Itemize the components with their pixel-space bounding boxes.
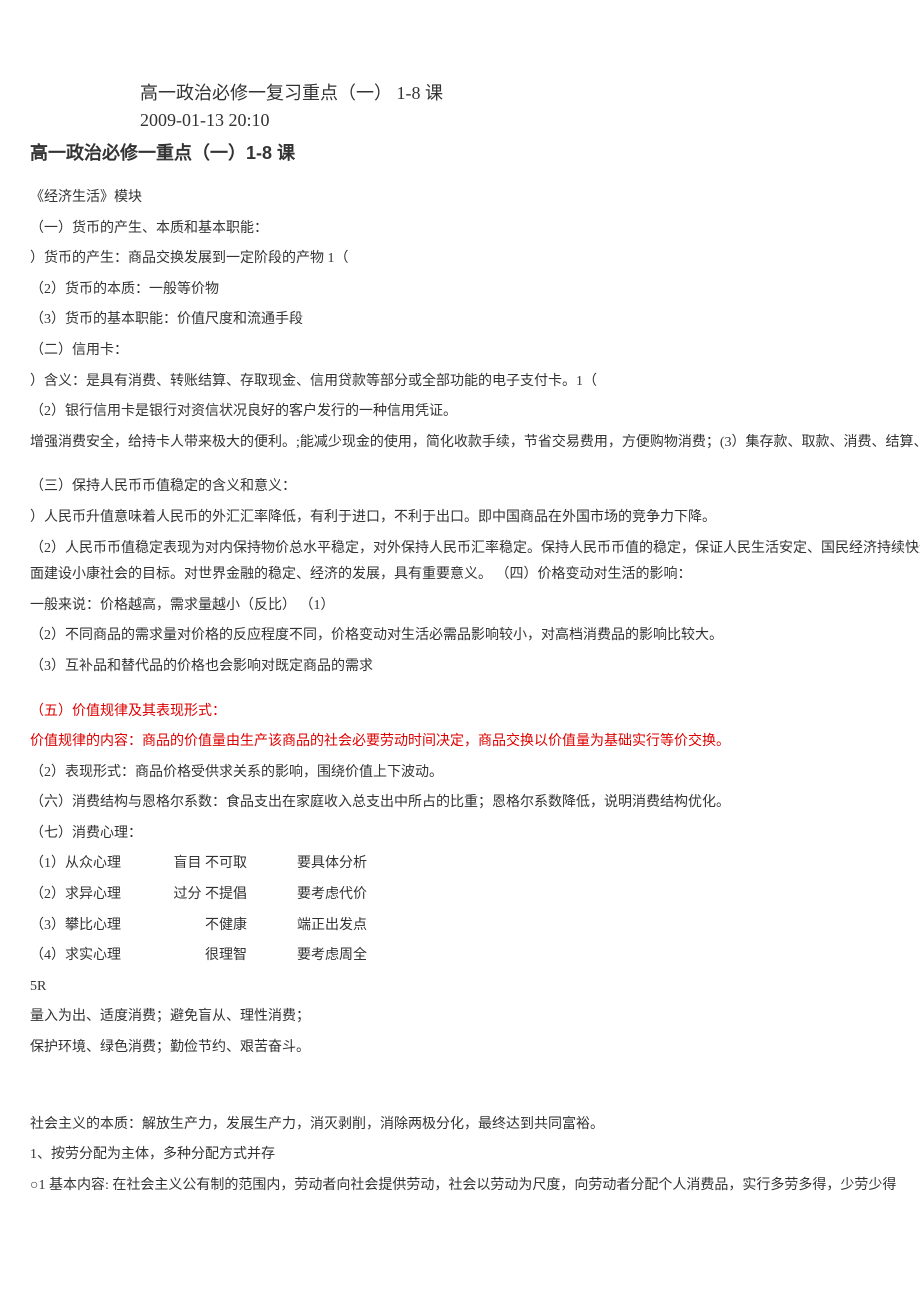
socialism-essence: 社会主义的本质：解放生产力，发展生产力，消灭剥削，消除两极分化，最终达到共同富裕… [30,1112,890,1139]
r5-line-2: 保护环境、绿色消费；勤俭节约、艰苦奋斗。 [30,1035,890,1062]
table-cell: 要考虑周全 [297,943,417,970]
table-row: （4）求实心理 很理智 要考虑周全 [30,943,890,970]
table-row: （1）从众心理 盲目 不可取 要具体分析 [30,851,890,878]
r5-line-1: 量入为出、适度消费；避免盲从、理性消费； [30,1004,890,1031]
page-title: 高一政治必修一复习重点（一） 1-8 课 [140,80,890,107]
section-2-title: （二）信用卡： [30,338,890,365]
section-5-item-1: 价值规律的内容：商品的价值量由生产该商品的社会必要劳动时间决定，商品交换以价值量… [30,729,890,756]
section-3-item-4: （2）不同商品的需求量对价格的反应程度不同，价格变动对生活必需品影响较小，对高档… [30,623,890,650]
section-2-item-3: 增强消费安全，给持卡人带来极大的便利。;能减少现金的使用，简化收款手续，节省交易… [30,430,920,457]
distribution-2: ○1 基本内容: 在社会主义公有制的范围内，劳动者向社会提供劳动，社会以劳动为尺… [30,1173,920,1200]
section-1-item-1: ）货币的产生：商品交换发展到一定阶段的产物 1（ [30,246,890,273]
distribution-1: 1、按劳分配为主体，多种分配方式并存 [30,1142,890,1169]
table-cell: （1）从众心理 [30,851,170,878]
table-cell: （4）求实心理 [30,943,170,970]
table-cell: 盲目 不可取 [174,851,294,878]
table-cell: 要考虑代价 [297,882,417,909]
section-1-title: （一）货币的产生、本质和基本职能： [30,216,890,243]
table-cell: （2）求异心理 [30,882,170,909]
section-6: （六）消费结构与恩格尔系数：食品支出在家庭收入总支出中所占的比重；恩格尔系数降低… [30,790,890,817]
module-name: 《经济生活》模块 [30,185,890,212]
table-cell: 很理智 [174,943,294,970]
section-3-item-3: 一般来说：价格越高，需求量越小（反比） （1） [30,593,890,620]
section-5-title: （五）价值规律及其表现形式： [30,699,890,726]
r5-label: 5R [30,974,890,1001]
section-2-item-2: （2）银行信用卡是银行对资信状况良好的客户发行的一种信用凭证。 [30,399,890,426]
table-cell: （3）攀比心理 [30,913,170,940]
section-7-title: （七）消费心理： [30,821,890,848]
table-cell: 不健康 [174,913,294,940]
table-cell: 过分 不提倡 [174,882,294,909]
section-3-item-5: （3）互补品和替代品的价格也会影响对既定商品的需求 [30,654,890,681]
table-cell: 要具体分析 [297,851,417,878]
table-row: （3）攀比心理 不健康 端正出发点 [30,913,890,940]
timestamp: 2009-01-13 20:10 [140,107,890,134]
section-3-item-1: ）人民币升值意味着人民币的外汇汇率降低，有利于进口，不利于出口。即中国商品在外国… [30,505,890,532]
section-5-item-2: （2）表现形式：商品价格受供求关系的影响，围绕价值上下波动。 [30,760,890,787]
table-row: （2）求异心理 过分 不提倡 要考虑代价 [30,882,890,909]
section-1-item-3: （3）货币的基本职能：价值尺度和流通手段 [30,307,890,334]
table-cell: 端正出发点 [297,913,417,940]
section-2-item-1: ）含义：是具有消费、转账结算、存取现金、信用贷款等部分或全部功能的电子支付卡。1… [30,369,890,396]
section-3-title: （三）保持人民币币值稳定的含义和意义： [30,474,890,501]
section-1-item-2: （2）货币的本质：一般等价物 [30,277,890,304]
bold-title: 高一政治必修一重点（一）1-8 课 [30,140,890,167]
section-3-item-2: （2）人民币币值稳定表现为对内保持物价总水平稳定，对外保持人民币汇率稳定。保持人… [30,536,920,589]
